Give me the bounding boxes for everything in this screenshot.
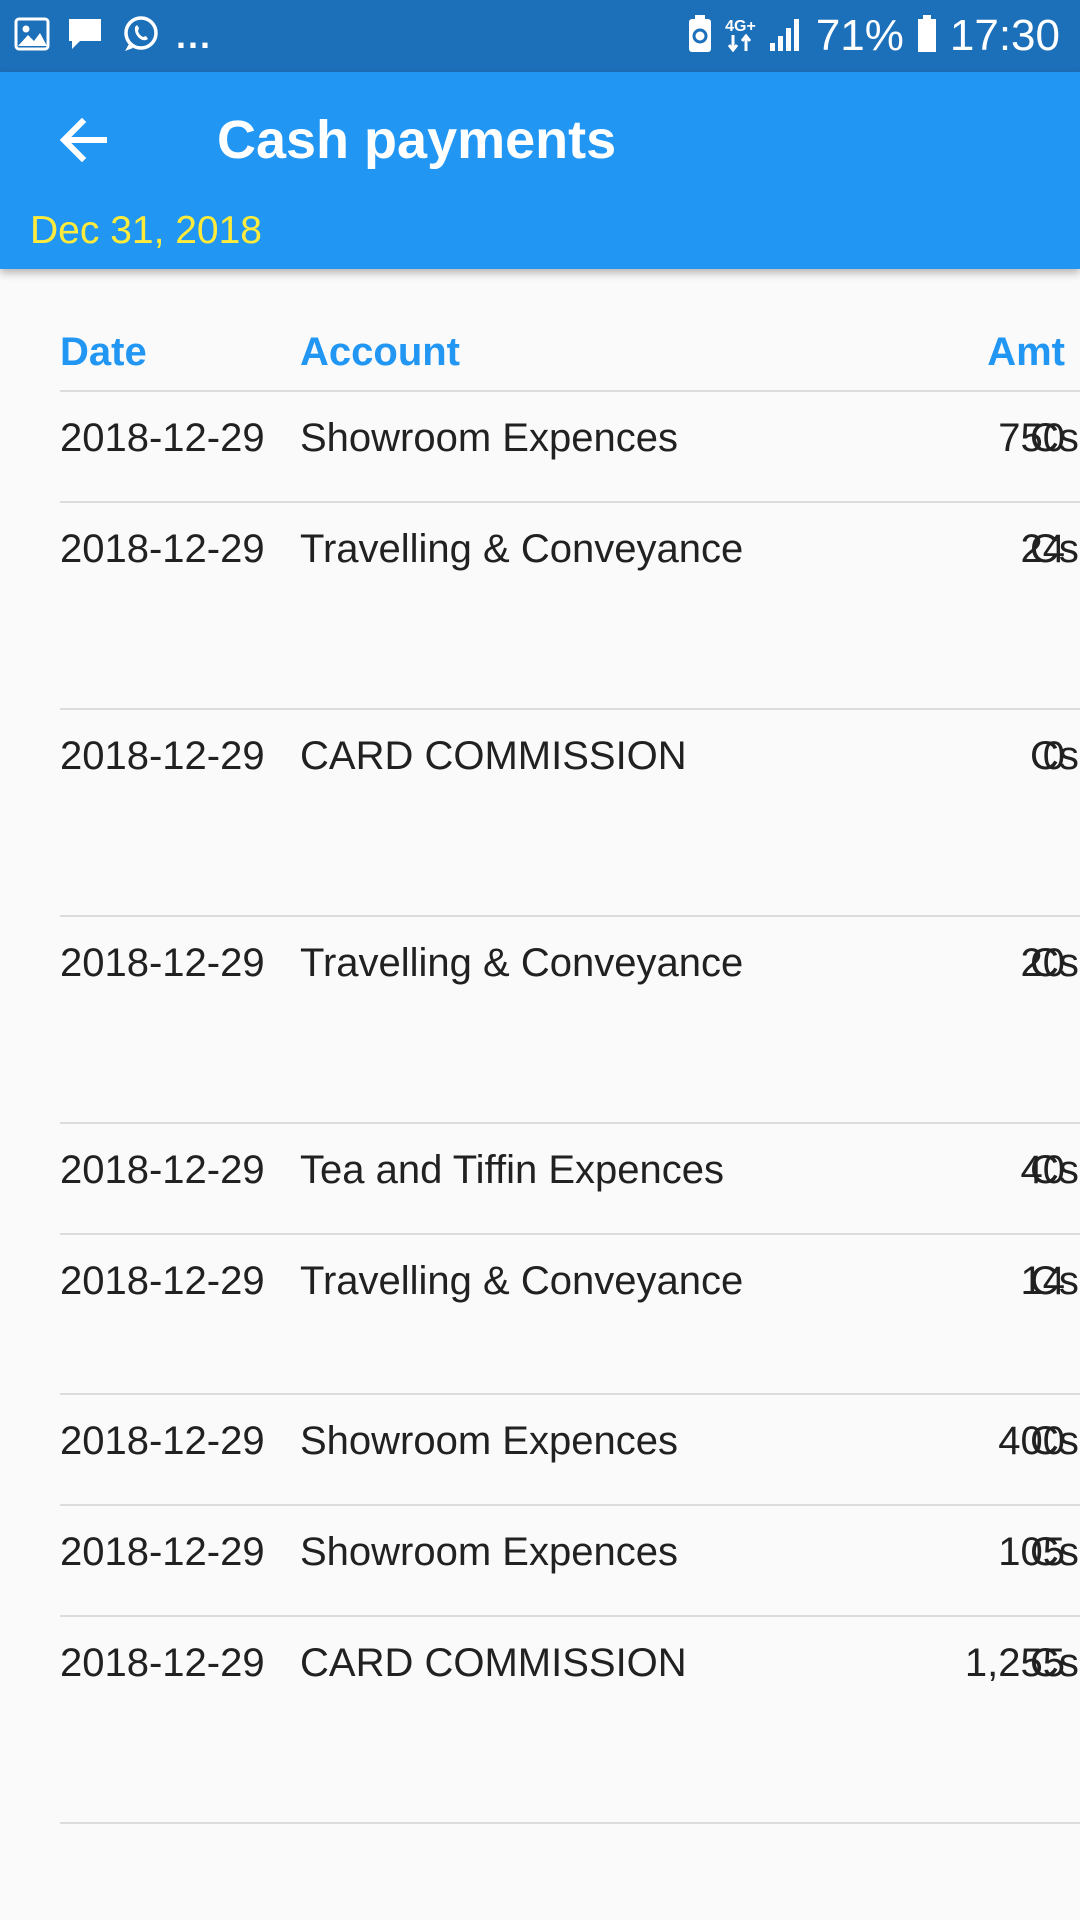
table-row[interactable]: 2018-12-29 Travelling & Conveyance 24 Cs bbox=[60, 503, 1080, 710]
more-notifications-indicator: ... bbox=[176, 15, 213, 56]
row-date: 2018-12-29 bbox=[60, 1641, 265, 1685]
table-row[interactable]: 2018-12-29 Travelling & Conveyance 14 Cs bbox=[60, 1235, 1080, 1395]
battery-saver-icon bbox=[687, 14, 713, 59]
system-status-icons: 4G+ 71% 17:30 bbox=[687, 10, 1060, 62]
row-date: 2018-12-29 bbox=[60, 416, 265, 460]
row-date: 2018-12-29 bbox=[60, 527, 265, 571]
report-date[interactable]: Dec 31, 2018 bbox=[30, 208, 262, 255]
back-button[interactable] bbox=[54, 110, 114, 170]
row-amount: 0 bbox=[1042, 734, 1065, 778]
row-account: Tea and Tiffin Expences bbox=[300, 1148, 724, 1192]
table-row[interactable]: 2018-12-29 CARD COMMISSION 0 Cs bbox=[60, 710, 1080, 917]
row-type: Cs bbox=[1030, 941, 1079, 985]
row-account: Showroom Expences bbox=[300, 416, 678, 460]
table-row[interactable]: 2018-12-29 CARD COMMISSION 1,255 Cs bbox=[60, 1617, 1080, 1824]
row-type: Cs bbox=[1030, 527, 1079, 571]
row-type: Cs bbox=[1030, 1530, 1079, 1574]
row-date: 2018-12-29 bbox=[60, 734, 265, 778]
row-amount: 1,255 bbox=[964, 1641, 1065, 1685]
row-type: Cs bbox=[1030, 1419, 1079, 1463]
row-account: Travelling & Conveyance bbox=[300, 941, 744, 985]
row-type: Cs bbox=[1030, 416, 1079, 460]
message-icon bbox=[66, 16, 104, 57]
page-title: Cash payments bbox=[217, 110, 617, 170]
table-header: Date Account Amt bbox=[60, 326, 1080, 392]
row-amount: 400 bbox=[998, 1419, 1065, 1463]
gallery-icon bbox=[14, 17, 50, 56]
back-arrow-icon bbox=[59, 117, 107, 163]
row-amount: 105 bbox=[998, 1530, 1065, 1574]
row-type: Cs bbox=[1030, 1148, 1079, 1192]
status-bar: ... 4G+ 71% 17:30 bbox=[0, 0, 1080, 72]
row-amount: 24 bbox=[1020, 527, 1066, 571]
table-row[interactable]: 2018-12-29 Travelling & Conveyance 20 Cs bbox=[60, 917, 1080, 1124]
row-account: Showroom Expences bbox=[300, 1419, 678, 1463]
row-amount: 750 bbox=[998, 416, 1065, 460]
notification-icons: ... bbox=[14, 14, 212, 58]
clock: 17:30 bbox=[949, 11, 1060, 60]
row-amount: 20 bbox=[1020, 941, 1066, 985]
row-date: 2018-12-29 bbox=[60, 1259, 265, 1303]
column-header-date[interactable]: Date bbox=[60, 330, 147, 375]
row-date: 2018-12-29 bbox=[60, 1419, 265, 1463]
battery-icon bbox=[916, 14, 938, 59]
row-account: CARD COMMISSION bbox=[300, 1641, 687, 1685]
row-type: Cs bbox=[1030, 1259, 1079, 1303]
row-amount: 14 bbox=[1020, 1259, 1066, 1303]
row-amount: 40 bbox=[1020, 1148, 1066, 1192]
battery-percentage: 71% bbox=[815, 11, 904, 60]
column-header-amount[interactable]: Amt bbox=[760, 330, 1065, 375]
row-type: Cs bbox=[1030, 1641, 1079, 1685]
app-bar: Cash payments Dec 31, 2018 bbox=[0, 72, 1080, 269]
row-type: Cs bbox=[1030, 734, 1079, 778]
table-row[interactable]: 2018-12-29 Tea and Tiffin Expences 40 Cs bbox=[60, 1124, 1080, 1235]
row-account: Showroom Expences bbox=[300, 1530, 678, 1574]
network-4g-icon: 4G+ bbox=[725, 18, 756, 53]
row-account: CARD COMMISSION bbox=[300, 734, 687, 778]
table-row[interactable]: 2018-12-29 Showroom Expences 105 Cs bbox=[60, 1506, 1080, 1617]
table-row[interactable]: 2018-12-29 Showroom Expences 750 Cs bbox=[60, 392, 1080, 503]
row-account: Travelling & Conveyance bbox=[300, 1259, 744, 1303]
row-date: 2018-12-29 bbox=[60, 941, 265, 985]
whatsapp-icon bbox=[120, 14, 160, 59]
row-account: Travelling & Conveyance bbox=[300, 527, 744, 571]
table-row[interactable]: 2018-12-29 Showroom Expences 400 Cs bbox=[60, 1395, 1080, 1506]
signal-icon bbox=[768, 15, 804, 58]
column-header-account[interactable]: Account bbox=[300, 330, 460, 375]
row-date: 2018-12-29 bbox=[60, 1148, 265, 1192]
row-date: 2018-12-29 bbox=[60, 1530, 265, 1574]
